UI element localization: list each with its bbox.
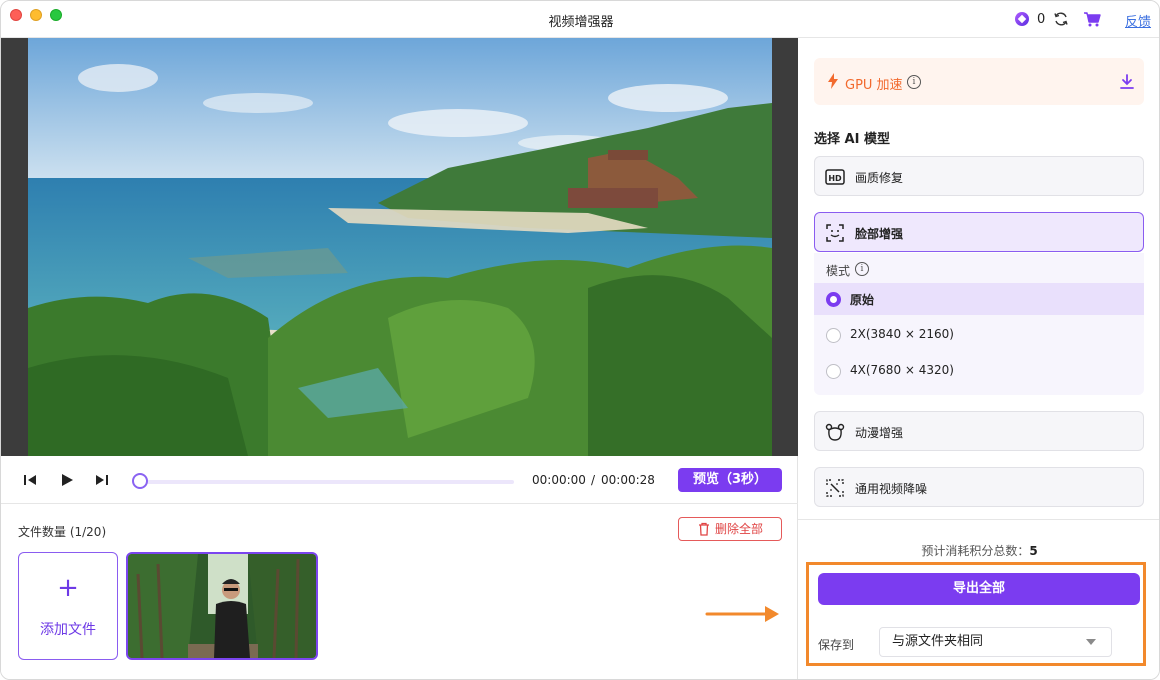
credits-gem-icon	[1015, 12, 1029, 26]
window-title: 视频增强器	[548, 15, 614, 30]
time-separator: /	[591, 473, 596, 487]
plus-icon: +	[57, 573, 79, 603]
mode-option-label: 4X(7680 × 4320)	[850, 363, 954, 377]
play-icon[interactable]	[59, 472, 75, 488]
mode-option-label: 2X(3840 × 2160)	[850, 327, 954, 341]
gpu-acceleration-label: GPU 加速	[845, 78, 903, 93]
gpu-acceleration-card: GPU 加速 i	[814, 58, 1144, 105]
model-section-title: 选择 AI 模型	[814, 132, 890, 147]
model-quality-repair[interactable]: HD 画质修复	[814, 156, 1144, 196]
export-all-button[interactable]: 导出全部	[818, 573, 1140, 605]
add-file-button[interactable]: + 添加文件	[18, 552, 118, 660]
mode-option-2x[interactable]: 2X(3840 × 2160)	[814, 319, 1144, 351]
video-frame-image	[28, 38, 772, 456]
add-file-label: 添加文件	[40, 622, 96, 638]
credit-estimate-label: 预计消耗积分总数：	[921, 544, 1030, 558]
chevron-down-icon	[1086, 639, 1096, 645]
preview-panel: 00:00:00 / 00:00:28 预览（3秒） 文件数量 (1/20) 删…	[1, 38, 798, 679]
credit-estimate: 预计消耗积分总数：5	[798, 542, 1159, 559]
radio-button[interactable]	[826, 292, 841, 307]
annotation-arrow-icon	[705, 606, 779, 622]
model-label: 脸部增强	[855, 227, 904, 241]
credits-count: 0	[1037, 12, 1046, 27]
denoise-icon	[826, 479, 844, 497]
video-frame	[28, 38, 772, 456]
file-count-label: 文件数量 (1/20)	[18, 525, 107, 539]
progress-handle[interactable]	[132, 473, 148, 489]
delete-all-label: 删除全部	[715, 522, 764, 536]
svg-text:HD: HD	[828, 174, 842, 183]
mode-info-icon[interactable]: i	[855, 262, 869, 276]
save-location-select[interactable]: 与源文件夹相同	[879, 627, 1112, 657]
cart-icon[interactable]	[1083, 11, 1101, 27]
thumbnail-image	[128, 554, 316, 658]
mode-option-original[interactable]: 原始	[814, 283, 1144, 315]
model-anime-enhance[interactable]: 动漫增强	[814, 411, 1144, 451]
model-label: 动漫增强	[855, 426, 904, 440]
anime-bear-icon	[825, 423, 845, 441]
title-bar: 视频增强器 0 反馈	[1, 1, 1159, 38]
radio-button[interactable]	[826, 364, 841, 379]
preview-button[interactable]: 预览（3秒）	[678, 468, 782, 492]
settings-panel: GPU 加速 i 选择 AI 模型 HD 画质修复 脸部增强 模式 i 原始 2…	[798, 38, 1159, 679]
delete-all-button[interactable]: 删除全部	[678, 517, 782, 541]
previous-frame-icon[interactable]	[22, 472, 38, 488]
mode-option-label: 原始	[850, 293, 875, 307]
save-location-value: 与源文件夹相同	[892, 634, 984, 649]
video-player[interactable]	[1, 38, 798, 456]
trash-icon	[699, 522, 709, 536]
total-time: 00:00:28	[601, 473, 655, 487]
model-label: 画质修复	[855, 171, 904, 185]
hd-icon: HD	[825, 169, 845, 185]
radio-button[interactable]	[826, 328, 841, 343]
divider	[798, 519, 1159, 520]
model-video-denoise[interactable]: 通用视频降噪	[814, 467, 1144, 507]
mode-label: 模式	[826, 264, 851, 278]
model-face-enhance[interactable]: 脸部增强	[814, 212, 1144, 252]
download-icon[interactable]	[1120, 74, 1134, 90]
lightning-icon	[828, 73, 838, 89]
feedback-link[interactable]: 反馈	[1125, 11, 1151, 30]
face-scan-icon	[826, 224, 844, 242]
app-window: 视频增强器 0 反馈 00:00:00 / 00:00:28 预览（3秒） 文件…	[0, 0, 1160, 680]
refresh-icon[interactable]	[1053, 11, 1069, 27]
current-time: 00:00:00	[532, 473, 586, 487]
info-icon[interactable]: i	[907, 75, 921, 89]
playback-controls: 00:00:00 / 00:00:28 预览（3秒）	[1, 456, 798, 504]
mode-option-4x[interactable]: 4X(7680 × 4320)	[814, 355, 1144, 387]
save-to-label: 保存到	[818, 638, 855, 652]
video-thumbnail[interactable]	[126, 552, 318, 660]
credit-estimate-value: 5	[1029, 544, 1038, 558]
progress-track[interactable]	[139, 480, 514, 484]
model-label: 通用视频降噪	[855, 482, 928, 496]
next-frame-icon[interactable]	[94, 472, 110, 488]
